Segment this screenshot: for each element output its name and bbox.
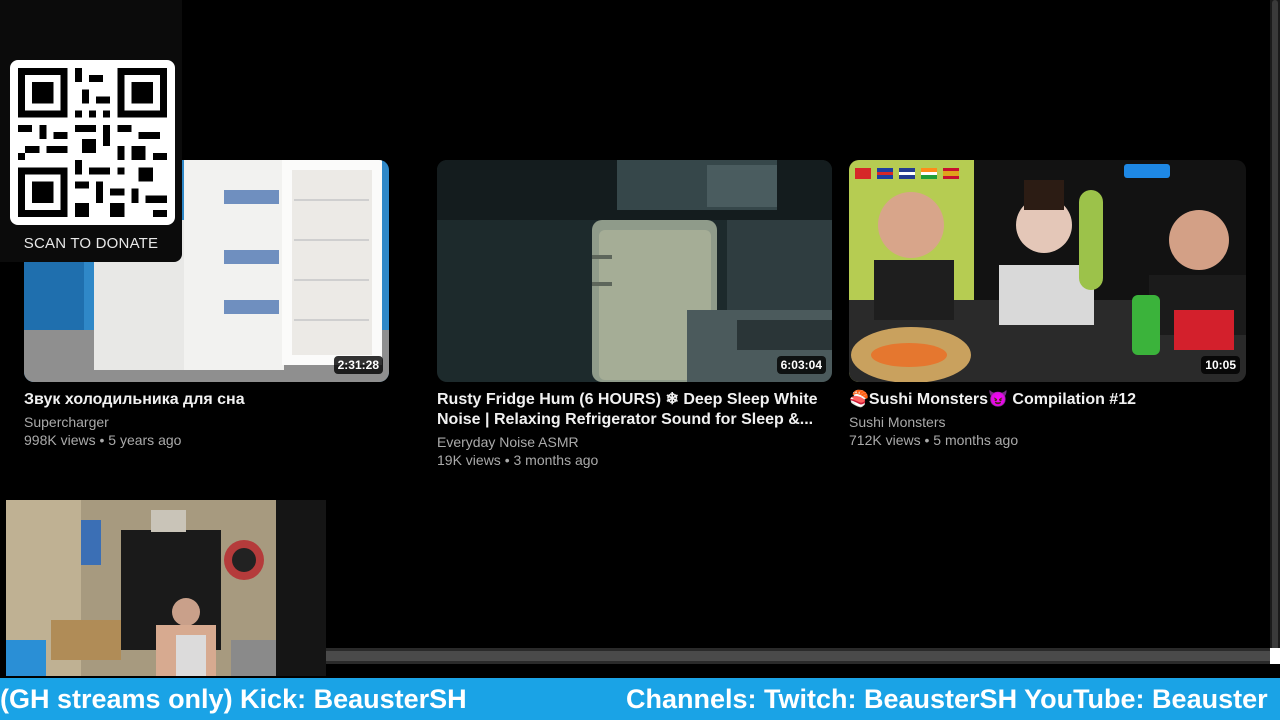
video-duration: 2:31:28 (333, 356, 383, 374)
video-thumbnail-2[interactable]: 6:03:04 (437, 160, 832, 382)
video-card-2[interactable]: 6:03:04 Rusty Fridge Hum (6 HOURS) ❄ Dee… (437, 160, 832, 468)
scrollbar-thumb[interactable] (1272, 0, 1278, 650)
video-duration: 10:05 (1201, 356, 1240, 374)
video-channel[interactable]: Supercharger (24, 414, 389, 430)
video-meta: 712K views • 5 months ago (849, 432, 1019, 448)
progress-track[interactable] (326, 651, 1270, 661)
qr-code[interactable] (10, 60, 175, 225)
page-scrollbar[interactable] (1270, 0, 1280, 660)
video-progress-bar[interactable] (326, 648, 1270, 664)
webcam-feed-image (6, 500, 326, 676)
video-meta: 998K views • 5 years ago (24, 432, 182, 448)
progress-end-marker (1270, 648, 1280, 664)
donate-overlay: SCAN TO DONATE (0, 0, 182, 262)
rusty-fridge-thumbnail-image (437, 160, 832, 382)
video-channel[interactable]: Sushi Monsters (849, 414, 1246, 430)
video-title[interactable]: Rusty Fridge Hum (6 HOURS) ❄ Deep Sleep … (437, 390, 832, 430)
video-duration: 6:03:04 (776, 356, 826, 374)
video-thumbnail-3[interactable]: 10:05 (849, 160, 1246, 382)
sushi-monsters-thumbnail-image (849, 160, 1246, 382)
ticker-text-channels: Channels: Twitch: BeausterSH YouTube: Be… (626, 684, 1268, 714)
video-meta: 19K views • 3 months ago (437, 452, 599, 468)
webcam-overlay (6, 500, 326, 676)
scan-to-donate-label: SCAN TO DONATE (23, 235, 159, 252)
video-channel[interactable]: Everyday Noise ASMR (437, 434, 832, 450)
video-title[interactable]: 🍣Sushi Monsters😈 Compilation #12 (849, 390, 1246, 410)
video-card-3[interactable]: 10:05 🍣Sushi Monsters😈 Compilation #12 S… (849, 160, 1246, 448)
ticker-text-kick: (GH streams only) Kick: BeausterSH (0, 684, 467, 714)
stream-ticker: (GH streams only) Kick: BeausterSH Chann… (0, 678, 1280, 720)
qr-code-icon (18, 68, 167, 217)
video-title[interactable]: Звук холодильника для сна (24, 390, 389, 410)
